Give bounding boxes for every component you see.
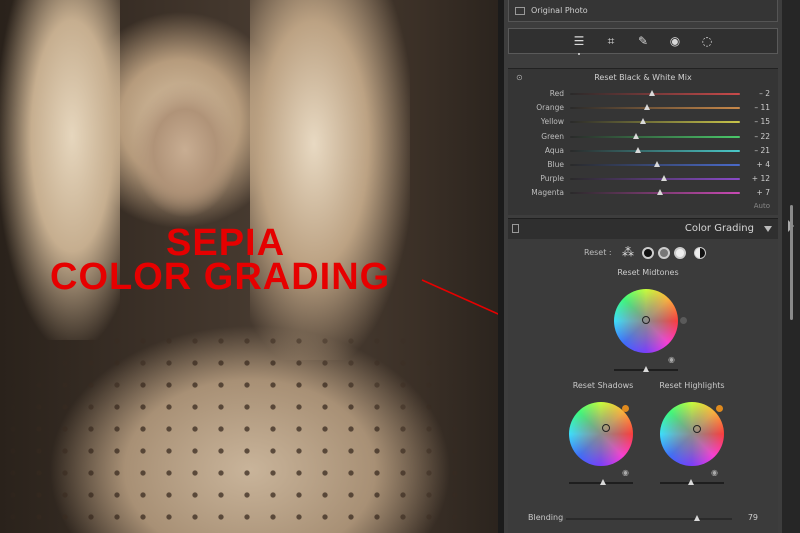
bw-slider-thumb[interactable] bbox=[643, 104, 650, 111]
bw-slider-value[interactable]: – 22 bbox=[754, 132, 770, 141]
bw-slider-label: Blue bbox=[547, 160, 564, 169]
original-photo-row[interactable]: Original Photo bbox=[508, 0, 778, 22]
midtones-mode-icon[interactable] bbox=[658, 247, 670, 259]
hair-right bbox=[250, 0, 410, 360]
bw-slider-label: Yellow bbox=[540, 117, 564, 127]
bw-slider-thumb[interactable] bbox=[648, 90, 655, 96]
bw-slider-aqua[interactable]: Aqua – 21 bbox=[508, 144, 778, 158]
midtones-pin[interactable] bbox=[642, 316, 650, 324]
red-eye-icon[interactable]: ◉ bbox=[666, 32, 684, 50]
bw-slider-track[interactable] bbox=[570, 104, 740, 111]
bw-slider-thumb[interactable] bbox=[640, 118, 647, 125]
highlights-eye-icon[interactable]: ◉ bbox=[711, 468, 718, 477]
bw-slider-track[interactable] bbox=[570, 189, 740, 196]
masking-icon[interactable]: ◌ bbox=[698, 32, 716, 50]
blending-slider[interactable] bbox=[566, 515, 732, 521]
highlights-luminance-slider[interactable] bbox=[660, 479, 724, 485]
midtones-luminance-thumb[interactable] bbox=[643, 366, 649, 372]
shadows-pin[interactable] bbox=[602, 424, 610, 432]
bw-slider-track[interactable] bbox=[570, 132, 740, 139]
shadows-luminance-slider[interactable] bbox=[569, 479, 633, 485]
blouse-pattern bbox=[0, 330, 460, 533]
color-grading-header[interactable]: Color Grading bbox=[508, 218, 778, 240]
bw-slider-thumb[interactable] bbox=[635, 146, 641, 153]
midtones-wheel[interactable] bbox=[614, 289, 678, 353]
highlights-swatch[interactable] bbox=[716, 405, 723, 412]
bw-slider-track[interactable] bbox=[570, 118, 740, 125]
color-grading-body: Reset : ⁂ Reset Midtones ◉ Reset Shadows… bbox=[508, 239, 778, 533]
bw-auto-button[interactable]: Auto bbox=[754, 202, 770, 210]
bw-mix-title[interactable]: Reset Black & White Mix bbox=[508, 73, 778, 82]
panel-scrollbar[interactable] bbox=[782, 0, 800, 533]
reset-mode-row: Reset : ⁂ bbox=[508, 245, 778, 261]
bw-slider-magenta[interactable]: Magenta + 7 bbox=[508, 186, 778, 200]
bw-slider-value[interactable]: + 4 bbox=[757, 160, 770, 169]
shadows-luminance-thumb[interactable] bbox=[600, 479, 606, 485]
bw-slider-thumb[interactable] bbox=[657, 189, 664, 196]
blending-label[interactable]: Blending bbox=[528, 513, 563, 522]
bw-slider-track[interactable] bbox=[570, 161, 740, 167]
bw-slider-value[interactable]: – 11 bbox=[754, 103, 770, 112]
scrollbar-thumb[interactable] bbox=[790, 205, 793, 320]
edit-sliders-icon[interactable]: ☰ bbox=[570, 32, 588, 55]
bw-slider-green[interactable]: Green – 22 bbox=[508, 130, 778, 144]
highlights-mode-icon[interactable] bbox=[674, 247, 686, 259]
bw-slider-track[interactable] bbox=[570, 175, 740, 182]
bw-mix-section: ⊙ Reset Black & White Mix Auto Red – 2 Ora… bbox=[508, 68, 778, 215]
original-photo-label: Original Photo bbox=[531, 6, 588, 15]
bw-slider-thumb[interactable] bbox=[660, 175, 667, 182]
panel-toggle-icon[interactable] bbox=[512, 224, 519, 233]
midtones-luminance-slider[interactable] bbox=[614, 366, 678, 372]
highlights-label[interactable]: Reset Highlights bbox=[647, 381, 737, 390]
develop-panel: Original Photo ☰ ⌗ ✎ ◉ ◌ ⊙ Reset Black & Whi… bbox=[504, 0, 782, 533]
blending-row: Blending 79 bbox=[508, 511, 778, 525]
bw-slider-value[interactable]: + 7 bbox=[757, 188, 770, 197]
midtones-eye-icon[interactable]: ◉ bbox=[668, 355, 675, 364]
reset-label[interactable]: Reset : bbox=[584, 248, 612, 257]
bw-slider-yellow[interactable]: Yellow – 15 bbox=[508, 115, 778, 129]
blending-value[interactable]: 79 bbox=[748, 513, 758, 522]
healing-icon[interactable]: ✎ bbox=[634, 32, 652, 50]
bw-slider-blue[interactable]: Blue + 4 bbox=[508, 158, 778, 172]
bw-slider-red[interactable]: Red – 2 bbox=[508, 87, 778, 101]
highlights-wheel[interactable] bbox=[660, 402, 724, 466]
shadows-eye-icon[interactable]: ◉ bbox=[622, 468, 629, 477]
bw-slider-label: Magenta bbox=[531, 188, 564, 198]
crop-icon[interactable]: ⌗ bbox=[602, 32, 620, 50]
bw-slider-track[interactable] bbox=[570, 90, 740, 96]
bw-slider-value[interactable]: – 15 bbox=[754, 117, 770, 126]
tool-strip: ☰ ⌗ ✎ ◉ ◌ bbox=[508, 28, 778, 55]
bw-slider-label: Purple bbox=[540, 174, 564, 184]
bw-slider-thumb[interactable] bbox=[653, 161, 660, 167]
bw-slider-label: Orange bbox=[536, 103, 564, 113]
bw-slider-label: Aqua bbox=[544, 145, 564, 155]
highlights-pin[interactable] bbox=[693, 425, 701, 433]
highlights-luminance-thumb[interactable] bbox=[688, 479, 694, 485]
bw-slider-thumb[interactable] bbox=[633, 132, 640, 139]
shadows-swatch[interactable] bbox=[622, 405, 629, 412]
bw-slider-track[interactable] bbox=[570, 146, 740, 153]
bw-slider-orange[interactable]: Orange – 11 bbox=[508, 101, 778, 115]
blending-thumb[interactable] bbox=[694, 515, 701, 521]
original-photo-checkbox[interactable] bbox=[515, 6, 525, 15]
bw-slider-value[interactable]: – 2 bbox=[759, 89, 770, 98]
bw-slider-value[interactable]: – 21 bbox=[754, 146, 770, 155]
bw-slider-purple[interactable]: Purple + 12 bbox=[508, 172, 778, 186]
overlay-title-line2: COLOR GRADING bbox=[50, 256, 391, 298]
bw-slider-value[interactable]: + 12 bbox=[752, 174, 770, 183]
midtones-swatch[interactable] bbox=[680, 317, 687, 324]
shadows-mode-icon[interactable] bbox=[642, 247, 654, 259]
bw-slider-label: Red bbox=[549, 89, 564, 98]
bw-slider-label: Green bbox=[541, 131, 564, 141]
collapse-triangle-icon[interactable] bbox=[764, 226, 772, 232]
shadows-label[interactable]: Reset Shadows bbox=[558, 381, 648, 390]
color-grading-title: Color Grading bbox=[684, 223, 754, 234]
three-way-icon[interactable]: ⁂ bbox=[622, 245, 634, 259]
midtones-label[interactable]: Reset Midtones bbox=[603, 268, 693, 277]
global-mode-icon[interactable] bbox=[694, 247, 706, 259]
